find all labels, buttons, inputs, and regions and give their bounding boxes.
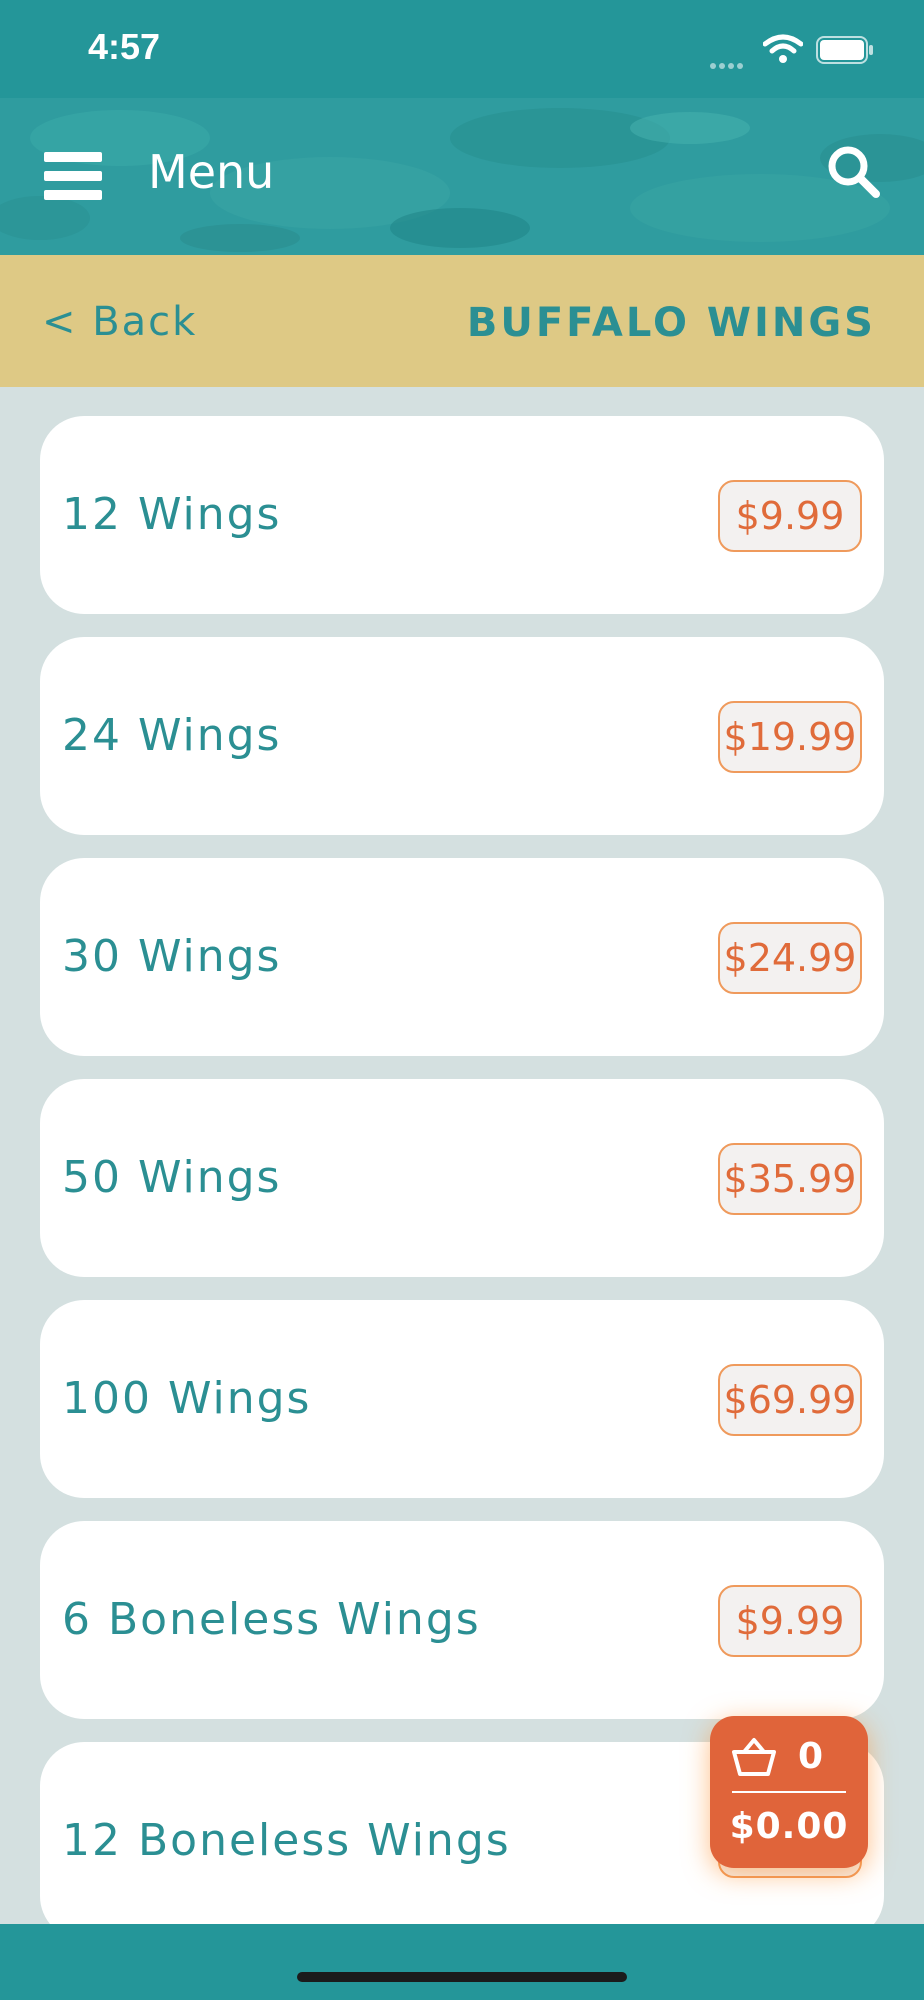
status-bar: 4:57 — [0, 0, 924, 98]
item-name: 12 Boneless Wings — [62, 1815, 511, 1866]
item-price[interactable]: $69.99 — [718, 1364, 862, 1436]
menu-item[interactable]: 24 Wings $19.99 — [40, 637, 884, 835]
status-time: 4:57 — [88, 26, 161, 67]
item-name: 50 Wings — [62, 1152, 282, 1203]
header-title: Menu — [148, 145, 275, 199]
menu-item[interactable]: 12 Wings $9.99 — [40, 416, 884, 614]
back-button[interactable]: < Back — [42, 299, 197, 345]
item-name: 30 Wings — [62, 931, 282, 982]
cart-total: $0.00 — [729, 1806, 849, 1847]
menu-item[interactable]: 30 Wings $24.99 — [40, 858, 884, 1056]
cart-divider — [732, 1791, 846, 1793]
item-name: 6 Boneless Wings — [62, 1594, 481, 1645]
item-name: 12 Wings — [62, 489, 282, 540]
item-price[interactable]: $19.99 — [718, 701, 862, 773]
cart-button[interactable]: 0 $0.00 — [710, 1716, 868, 1868]
item-price[interactable]: $35.99 — [718, 1143, 862, 1215]
item-price[interactable]: $9.99 — [718, 1585, 862, 1657]
item-price[interactable]: $24.99 — [718, 922, 862, 994]
menu-item[interactable]: 6 Boneless Wings $9.99 — [40, 1521, 884, 1719]
item-price[interactable]: $9.99 — [718, 480, 862, 552]
menu-item[interactable]: 50 Wings $35.99 — [40, 1079, 884, 1277]
hamburger-icon[interactable] — [44, 152, 102, 200]
item-name: 24 Wings — [62, 710, 282, 761]
basket-icon — [732, 1738, 776, 1776]
wifi-icon — [763, 34, 803, 63]
search-icon[interactable] — [826, 144, 882, 200]
category-title: BUFFALO WINGS — [466, 300, 876, 346]
bottom-bar — [0, 1924, 924, 2000]
home-indicator[interactable] — [297, 1972, 627, 1982]
menu-item[interactable]: 100 Wings $69.99 — [40, 1300, 884, 1498]
item-name: 100 Wings — [62, 1373, 312, 1424]
header-background-image — [0, 108, 924, 252]
battery-icon — [816, 36, 873, 64]
cart-count: 0 — [798, 1736, 824, 1777]
cellular-signal-icon — [710, 54, 746, 73]
screen: 4:57 Menu < Back BUFFALO WINGS 12 Wings … — [0, 0, 924, 2000]
app-header — [0, 98, 924, 255]
